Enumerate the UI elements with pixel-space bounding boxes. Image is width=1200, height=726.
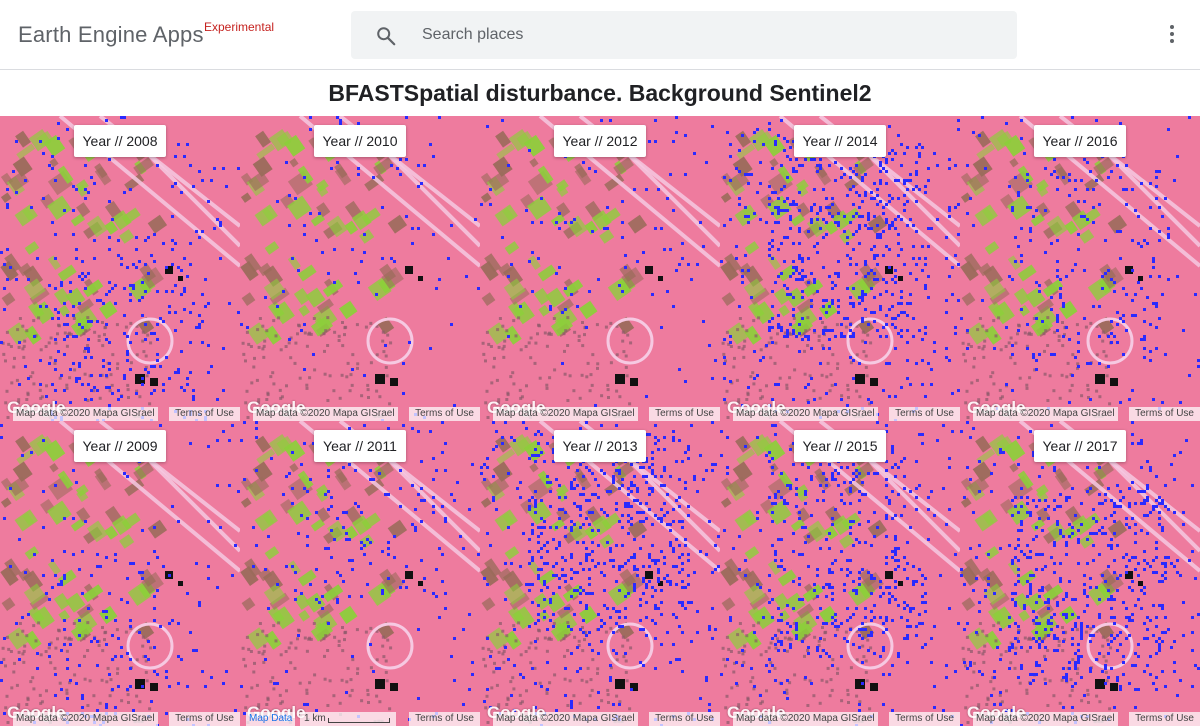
satellite-map[interactable] <box>720 116 960 421</box>
map-data-text: Map data ©2020 Mapa GISrael <box>493 712 638 726</box>
map-attribution: Map data ©2020 Mapa GISrael Terms of Use <box>480 407 720 421</box>
satellite-map[interactable] <box>960 421 1200 726</box>
year-label: Year // 2014 <box>794 125 886 157</box>
map-tile[interactable]: Year // 2016GoogleMap data ©2020 Mapa GI… <box>960 116 1200 421</box>
search-icon[interactable] <box>375 25 397 47</box>
map-data-text: Map data ©2020 Mapa GISrael <box>493 407 638 421</box>
satellite-map[interactable] <box>0 421 240 726</box>
satellite-map[interactable] <box>960 116 1200 421</box>
map-data-text: Map data ©2020 Mapa GISrael <box>253 407 398 421</box>
year-label: Year // 2016 <box>1034 125 1126 157</box>
top-app-bar: Earth Engine Apps Experimental <box>0 0 1200 70</box>
map-attribution: Map data ©2020 Mapa GISrael Terms of Use <box>240 407 480 421</box>
map-attribution: Map data ©2020 Mapa GISrael Terms of Use <box>960 712 1200 726</box>
map-attribution: Map data ©2020 Mapa GISrael Terms of Use <box>0 407 240 421</box>
terms-of-use-link[interactable]: Terms of Use <box>889 407 960 421</box>
year-label: Year // 2008 <box>74 125 166 157</box>
map-tile[interactable]: Year // 2010GoogleMap data ©2020 Mapa GI… <box>240 116 480 421</box>
map-attribution: Map data ©2020 Mapa GISrael Terms of Use <box>720 712 960 726</box>
map-data-text: Map data ©2020 Mapa GISrael <box>973 712 1118 726</box>
map-tile[interactable]: Year // 2013GoogleMap data ©2020 Mapa GI… <box>480 421 720 726</box>
scale-bar-line <box>328 718 390 723</box>
map-data-text: Map data ©2020 Mapa GISrael <box>733 712 878 726</box>
terms-of-use-link[interactable]: Terms of Use <box>169 407 240 421</box>
satellite-map[interactable] <box>480 421 720 726</box>
more-options-icon[interactable] <box>1160 22 1184 48</box>
satellite-map[interactable] <box>240 116 480 421</box>
satellite-map[interactable] <box>720 421 960 726</box>
map-attribution: Map Data 1 km Terms of Use <box>240 712 480 726</box>
map-data-text: Map data ©2020 Mapa GISrael <box>733 407 878 421</box>
map-data-text: Map data ©2020 Mapa GISrael <box>973 407 1118 421</box>
map-grid: Year // 2008GoogleMap data ©2020 Mapa GI… <box>0 116 1200 726</box>
year-label: Year // 2009 <box>74 430 166 462</box>
satellite-map[interactable] <box>0 116 240 421</box>
terms-of-use-link[interactable]: Terms of Use <box>1129 407 1200 421</box>
map-data-link[interactable]: Map Data <box>246 712 296 726</box>
year-label: Year // 2012 <box>554 125 646 157</box>
terms-of-use-link[interactable]: Terms of Use <box>169 712 240 726</box>
scale-bar: 1 km <box>300 712 396 726</box>
map-tile[interactable]: Year // 2017GoogleMap data ©2020 Mapa GI… <box>960 421 1200 726</box>
terms-of-use-link[interactable]: Terms of Use <box>889 712 960 726</box>
year-label: Year // 2010 <box>314 125 406 157</box>
map-attribution: Map data ©2020 Mapa GISrael Terms of Use <box>480 712 720 726</box>
satellite-map[interactable] <box>480 116 720 421</box>
map-data-text: Map data ©2020 Mapa GISrael <box>13 407 158 421</box>
scale-label: 1 km <box>304 713 326 724</box>
terms-of-use-link[interactable]: Terms of Use <box>649 407 720 421</box>
map-attribution: Map data ©2020 Mapa GISrael Terms of Use <box>0 712 240 726</box>
year-label: Year // 2017 <box>1034 430 1126 462</box>
satellite-map[interactable] <box>240 421 480 726</box>
page-title: BFASTSpatial disturbance. Background Sen… <box>328 80 872 106</box>
map-tile[interactable]: Year // 2012GoogleMap data ©2020 Mapa GI… <box>480 116 720 421</box>
map-data-text: Map data ©2020 Mapa GISrael <box>13 712 158 726</box>
experimental-badge: Experimental <box>204 20 275 34</box>
map-attribution: Map data ©2020 Mapa GISrael Terms of Use <box>720 407 960 421</box>
search-box[interactable] <box>351 11 1017 59</box>
map-tile[interactable]: Year // 2008GoogleMap data ©2020 Mapa GI… <box>0 116 240 421</box>
map-tile[interactable]: Year // 2011GoogleMap Data1 kmTerms of U… <box>240 421 480 726</box>
year-label: Year // 2015 <box>794 430 886 462</box>
terms-of-use-link[interactable]: Terms of Use <box>1129 712 1200 726</box>
map-tile[interactable]: Year // 2014GoogleMap data ©2020 Mapa GI… <box>720 116 960 421</box>
year-label: Year // 2011 <box>314 430 406 462</box>
map-tile[interactable]: Year // 2009GoogleMap data ©2020 Mapa GI… <box>0 421 240 726</box>
map-attribution: Map data ©2020 Mapa GISrael Terms of Use <box>960 407 1200 421</box>
year-label: Year // 2013 <box>554 430 646 462</box>
terms-of-use-link[interactable]: Terms of Use <box>649 712 720 726</box>
map-tile[interactable]: Year // 2015GoogleMap data ©2020 Mapa GI… <box>720 421 960 726</box>
terms-of-use-link[interactable]: Terms of Use <box>409 407 480 421</box>
brand-title[interactable]: Earth Engine Apps <box>18 22 204 48</box>
terms-of-use-link[interactable]: Terms of Use <box>409 712 480 726</box>
search-input[interactable] <box>422 11 992 59</box>
